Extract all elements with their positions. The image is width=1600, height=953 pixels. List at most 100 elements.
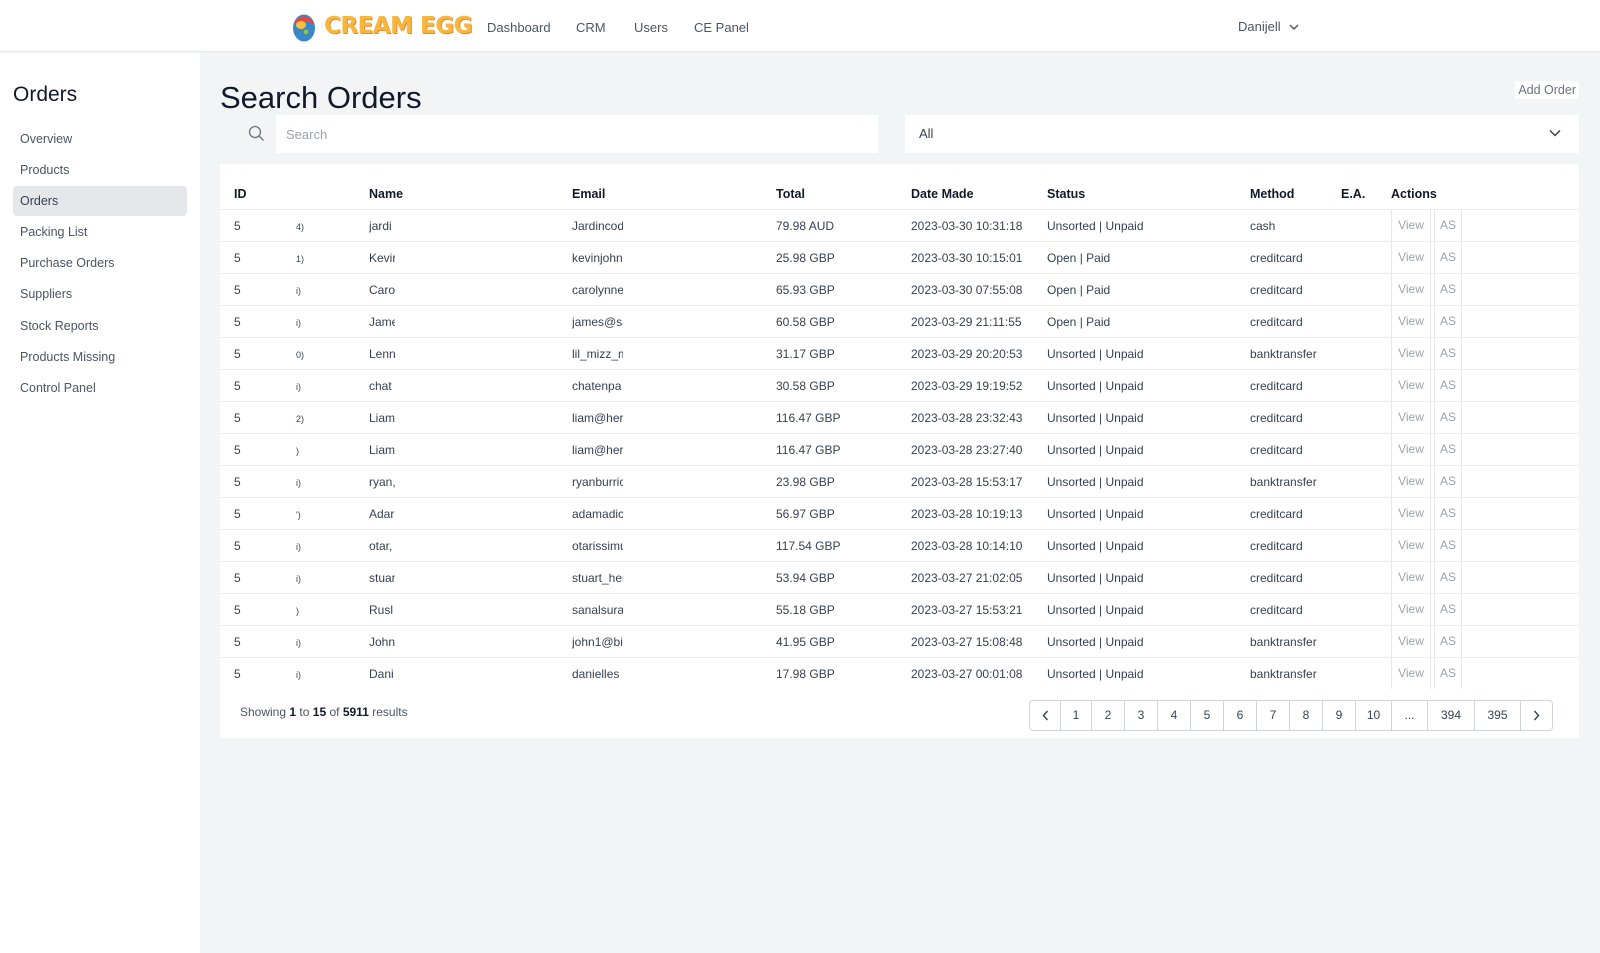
sidebar-item-products[interactable]: Products	[13, 155, 187, 185]
view-order-button[interactable]: View	[1391, 434, 1431, 465]
column-header-email: Email	[572, 187, 606, 201]
page-button-3[interactable]: 3	[1125, 701, 1158, 730]
total-cell: 17.98 GBP	[776, 667, 835, 681]
page-button-7[interactable]: 7	[1257, 701, 1290, 730]
add-order-button[interactable]: Add Order	[1515, 81, 1579, 99]
view-order-button[interactable]: View	[1391, 466, 1431, 497]
email-cell: danielles	[572, 667, 620, 681]
nav-users[interactable]: Users	[634, 20, 668, 35]
sidebar-item-orders[interactable]: Orders	[13, 186, 187, 216]
sidebar-item-products-missing[interactable]: Products Missing	[13, 342, 187, 372]
sidebar-item-purchase-orders[interactable]: Purchase Orders	[13, 248, 187, 278]
order-ref-cell: i)	[296, 382, 301, 392]
view-order-button[interactable]: View	[1391, 530, 1431, 561]
page-button-9[interactable]: 9	[1323, 701, 1356, 730]
as-action-button[interactable]: AS	[1434, 594, 1462, 625]
page-button-1[interactable]: 1	[1061, 701, 1092, 730]
order-ref-cell: 4)	[296, 222, 305, 232]
as-action-button[interactable]: AS	[1434, 370, 1462, 401]
email-cell: sanalsura	[572, 603, 623, 617]
nav-dashboard[interactable]: Dashboard	[487, 20, 551, 35]
order-ref-cell: )	[296, 606, 299, 616]
payment-method-cell: banktransfer	[1250, 667, 1317, 681]
payment-method-cell: banktransfer	[1250, 635, 1317, 649]
email-cell: chatenpa	[572, 379, 622, 393]
order-id-cell: 5	[234, 411, 241, 425]
previous-page-button[interactable]	[1030, 701, 1061, 730]
page-button-10[interactable]: 10	[1356, 701, 1392, 730]
total-cell: 116.47 GBP	[776, 443, 841, 457]
as-action-button[interactable]: AS	[1434, 626, 1462, 657]
next-page-button[interactable]	[1521, 701, 1552, 730]
total-cell: 55.18 GBP	[776, 603, 835, 617]
status-cell: Open | Paid	[1047, 283, 1111, 297]
pagination: 1 2 3 4 5 6 7 8 9 10... 394 395	[1029, 700, 1553, 731]
sidebar-item-suppliers[interactable]: Suppliers	[13, 279, 187, 309]
customer-name-cell: Caro	[369, 283, 395, 297]
as-action-button[interactable]: AS	[1434, 306, 1462, 337]
order-ref-cell: i)	[296, 670, 301, 680]
table-row: 5 i) Dani danielles 17.98 GBP 2023-03-27 00:0…	[220, 657, 1579, 689]
order-id-cell: 5	[234, 219, 241, 233]
column-header-status: Status	[1047, 187, 1086, 201]
page-button-394[interactable]: 394	[1428, 701, 1475, 730]
sidebar-item-stock-reports[interactable]: Stock Reports	[13, 311, 187, 341]
customer-name-cell: stuar	[369, 571, 395, 585]
nav-ce-panel[interactable]: CE Panel	[694, 20, 749, 35]
as-action-button[interactable]: AS	[1434, 530, 1462, 561]
as-action-button[interactable]: AS	[1434, 466, 1462, 497]
view-order-button[interactable]: View	[1391, 210, 1431, 241]
view-order-button[interactable]: View	[1391, 658, 1431, 689]
page-button-4[interactable]: 4	[1158, 701, 1191, 730]
view-order-button[interactable]: View	[1391, 562, 1431, 593]
search-input[interactable]	[276, 115, 878, 153]
sidebar-item-control-panel[interactable]: Control Panel	[13, 373, 187, 403]
as-action-button[interactable]: AS	[1434, 210, 1462, 241]
nav-crm[interactable]: CRM	[576, 20, 606, 35]
table-row: 5 0) Lenn lil_mizz_m 31.17 GBP 2023-03-29 20:…	[220, 337, 1579, 369]
customer-name-cell: ryan,	[369, 475, 395, 489]
page-button-395[interactable]: 395	[1475, 701, 1521, 730]
date-made-cell: 2023-03-29 21:11:55	[911, 315, 1022, 329]
view-order-button[interactable]: View	[1391, 274, 1431, 305]
view-order-button[interactable]: View	[1391, 242, 1431, 273]
as-action-button[interactable]: AS	[1434, 498, 1462, 529]
as-action-button[interactable]: AS	[1434, 402, 1462, 433]
results-summary: Showing 1 to 15 of 5911 results	[240, 705, 408, 719]
user-menu[interactable]: Danijell	[1238, 19, 1299, 34]
status-cell: Open | Paid	[1047, 251, 1111, 265]
sidebar-item-overview[interactable]: Overview	[13, 124, 187, 154]
view-order-button[interactable]: View	[1391, 498, 1431, 529]
total-cell: 117.54 GBP	[776, 539, 841, 553]
column-header-actions: Actions	[1391, 187, 1437, 201]
page-button-6[interactable]: 6	[1224, 701, 1257, 730]
sidebar-item-packing-list[interactable]: Packing List	[13, 217, 187, 247]
view-order-button[interactable]: View	[1391, 370, 1431, 401]
total-cell: 53.94 GBP	[776, 571, 835, 585]
page-button-5[interactable]: 5	[1191, 701, 1224, 730]
cream-egg-logo[interactable]: CREAM EGG	[292, 10, 472, 42]
table-row: 5 i) otar, otarissimu 117.54 GBP 2023-03-28 1…	[220, 529, 1579, 561]
date-made-cell: 2023-03-29 19:19:52	[911, 379, 1023, 393]
view-order-button[interactable]: View	[1391, 306, 1431, 337]
view-order-button[interactable]: View	[1391, 626, 1431, 657]
view-order-button[interactable]: View	[1391, 338, 1431, 369]
order-ref-cell: i)	[296, 542, 301, 552]
egg-logo-icon	[292, 11, 316, 42]
status-filter-select[interactable]: All	[905, 115, 1579, 153]
as-action-button[interactable]: AS	[1434, 274, 1462, 305]
as-action-button[interactable]: AS	[1434, 434, 1462, 465]
table-row: 5 i) chat chatenpa 30.58 GBP 2023-03-29 19:19…	[220, 369, 1579, 401]
page-button-8[interactable]: 8	[1290, 701, 1323, 730]
as-action-button[interactable]: AS	[1434, 658, 1462, 689]
order-ref-cell: 0)	[296, 350, 305, 360]
as-action-button[interactable]: AS	[1434, 562, 1462, 593]
search-bar	[220, 115, 878, 153]
order-id-cell: 5	[234, 571, 241, 585]
date-made-cell: 2023-03-28 15:53:17	[911, 475, 1023, 489]
as-action-button[interactable]: AS	[1434, 338, 1462, 369]
view-order-button[interactable]: View	[1391, 402, 1431, 433]
view-order-button[interactable]: View	[1391, 594, 1431, 625]
as-action-button[interactable]: AS	[1434, 242, 1462, 273]
page-button-2[interactable]: 2	[1092, 701, 1125, 730]
